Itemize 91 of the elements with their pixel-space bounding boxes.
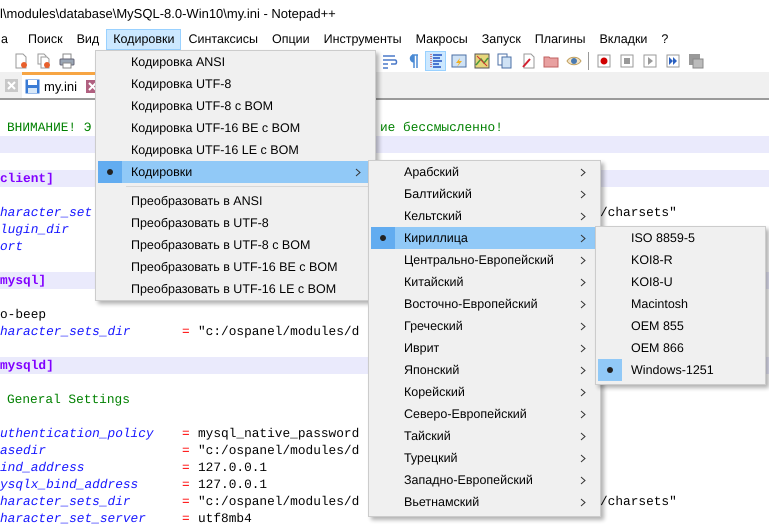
menu-item[interactable]: Macintosh [598, 293, 763, 315]
chevron-right-icon [580, 322, 586, 330]
equals-sign: = [182, 510, 191, 525]
chevron-right-icon [580, 256, 586, 264]
menu-item[interactable]: KOI8-R [598, 249, 763, 271]
menu-item[interactable]: Северо-Европейский [371, 403, 598, 425]
menu-bar-item[interactable]: Вид [70, 28, 106, 50]
chevron-right-icon [580, 388, 586, 396]
chevron-right-icon [580, 498, 586, 506]
setting-key: haracter_set_server [0, 511, 146, 525]
equals-sign: = [182, 459, 191, 476]
chevron-right-icon [580, 168, 586, 176]
setting-value: "c:/ospanel/modules/d [198, 323, 360, 340]
menu-item[interactable]: Тайский [371, 425, 598, 447]
menu-bar-item[interactable]: Плагины [528, 28, 592, 50]
menu-item[interactable]: Балтийский [371, 183, 598, 205]
setting-key: ort [0, 239, 24, 254]
menu-item[interactable]: Греческий [371, 315, 598, 337]
setting-key: lugin_dir [0, 222, 70, 237]
chevron-right-icon [580, 234, 586, 242]
equals-sign: = [182, 493, 191, 510]
menu-item[interactable]: Кельтский [371, 205, 598, 227]
menu-bar-item[interactable]: Кодировки [106, 28, 182, 50]
setting-value: "c:/ospanel/modules/d [198, 442, 360, 459]
setting-key: ind_address [0, 460, 84, 475]
equals-sign: = [182, 425, 191, 442]
menu-item[interactable]: Кодировка UTF-16 BE с BOM [98, 117, 373, 139]
menu-item[interactable]: Китайский [371, 271, 598, 293]
menu-bar-item[interactable]: Макросы [408, 28, 475, 50]
chevron-right-icon [580, 278, 586, 286]
chevron-right-icon [580, 212, 586, 220]
equals-sign: = [182, 323, 191, 340]
menu-item[interactable]: Центрально-Европейский [371, 249, 598, 271]
setting-value: /charsets" [600, 494, 677, 509]
chevron-right-icon [580, 432, 586, 440]
menu-item[interactable]: Кодировка UTF-8 с BOM [98, 95, 373, 117]
code-comment: General Settings [6, 391, 130, 408]
setting-key: ysqlx_bind_address [0, 477, 138, 492]
code-text: o-beep [0, 306, 46, 323]
menu-item[interactable]: Турецкий [371, 447, 598, 469]
menu-item[interactable]: Иврит [371, 337, 598, 359]
menu-item[interactable]: Восточно-Европейский [371, 293, 598, 315]
menu-bar-item[interactable]: Синтаксисы [181, 28, 265, 50]
menu-item[interactable]: Кодировка UTF-16 LE с BOM [98, 139, 373, 161]
chevron-right-icon [580, 344, 586, 352]
section-header: client] [0, 170, 54, 187]
menu-bar-item[interactable]: Инструменты [316, 28, 409, 50]
menu-bar-item[interactable]: Опции [264, 28, 317, 50]
equals-sign: = [182, 476, 191, 493]
setting-value: /charsets" [600, 205, 677, 220]
menu-item[interactable]: Кириллица [371, 227, 598, 249]
section-header: mysql] [0, 272, 46, 289]
menu-item[interactable]: Вьетнамский [371, 491, 598, 513]
chevron-right-icon [580, 476, 586, 484]
setting-key: haracter_sets_dir [0, 324, 131, 339]
setting-value: "c:/ospanel/modules/d [198, 493, 360, 510]
chevron-right-icon [580, 454, 586, 462]
menu-item[interactable]: Кодировка ANSI [98, 51, 373, 73]
menu-bar-item[interactable]: ? [654, 28, 676, 50]
menu-bar-item[interactable]: а [0, 28, 15, 50]
chevron-right-icon [580, 410, 586, 418]
menu-bar-item[interactable]: Поиск [20, 28, 70, 50]
chevron-right-icon [580, 366, 586, 374]
equals-sign: = [182, 442, 191, 459]
setting-key: haracter_set [0, 205, 92, 220]
chevron-right-icon [580, 300, 586, 308]
code-comment: ие бессмысленно! [380, 120, 503, 135]
setting-key: asedir [0, 443, 46, 458]
menu-item[interactable]: Японский [371, 359, 598, 381]
menu-item[interactable]: OEM 855 [598, 315, 763, 337]
setting-value: 127.0.0.1 [198, 459, 268, 476]
section-header: mysqld] [0, 357, 54, 374]
chevron-right-icon [580, 190, 586, 198]
setting-key: haracter_sets_dir [0, 494, 131, 509]
chevron-right-icon [355, 168, 361, 176]
menu-item[interactable]: ISO 8859-5 [598, 227, 763, 249]
code-comment: ВНИМАНИЕ! Э [6, 119, 92, 136]
setting-value: 127.0.0.1 [198, 476, 268, 493]
setting-value: mysql_native_password [198, 425, 360, 442]
menu-item[interactable]: OEM 866 [598, 337, 763, 359]
menu-item[interactable]: Windows-1251 [598, 359, 763, 381]
setting-value: utf8mb4 [198, 510, 252, 525]
menu-item[interactable]: Корейский [371, 381, 598, 403]
window-title: l\modules\database\MySQL-8.0-Win10\my.ini - Notepad++ [0, 5, 336, 24]
menu-item[interactable]: Западно-Европейский [371, 469, 598, 491]
menu-bar-item[interactable]: Запуск [474, 28, 528, 50]
menu-item[interactable]: Арабский [371, 161, 598, 183]
menu-bar-item[interactable]: Вкладки [592, 28, 654, 50]
indent-guide-icon[interactable] [425, 51, 446, 71]
setting-key: uthentication_policy [0, 426, 154, 441]
menu-item[interactable]: KOI8-U [598, 271, 763, 293]
